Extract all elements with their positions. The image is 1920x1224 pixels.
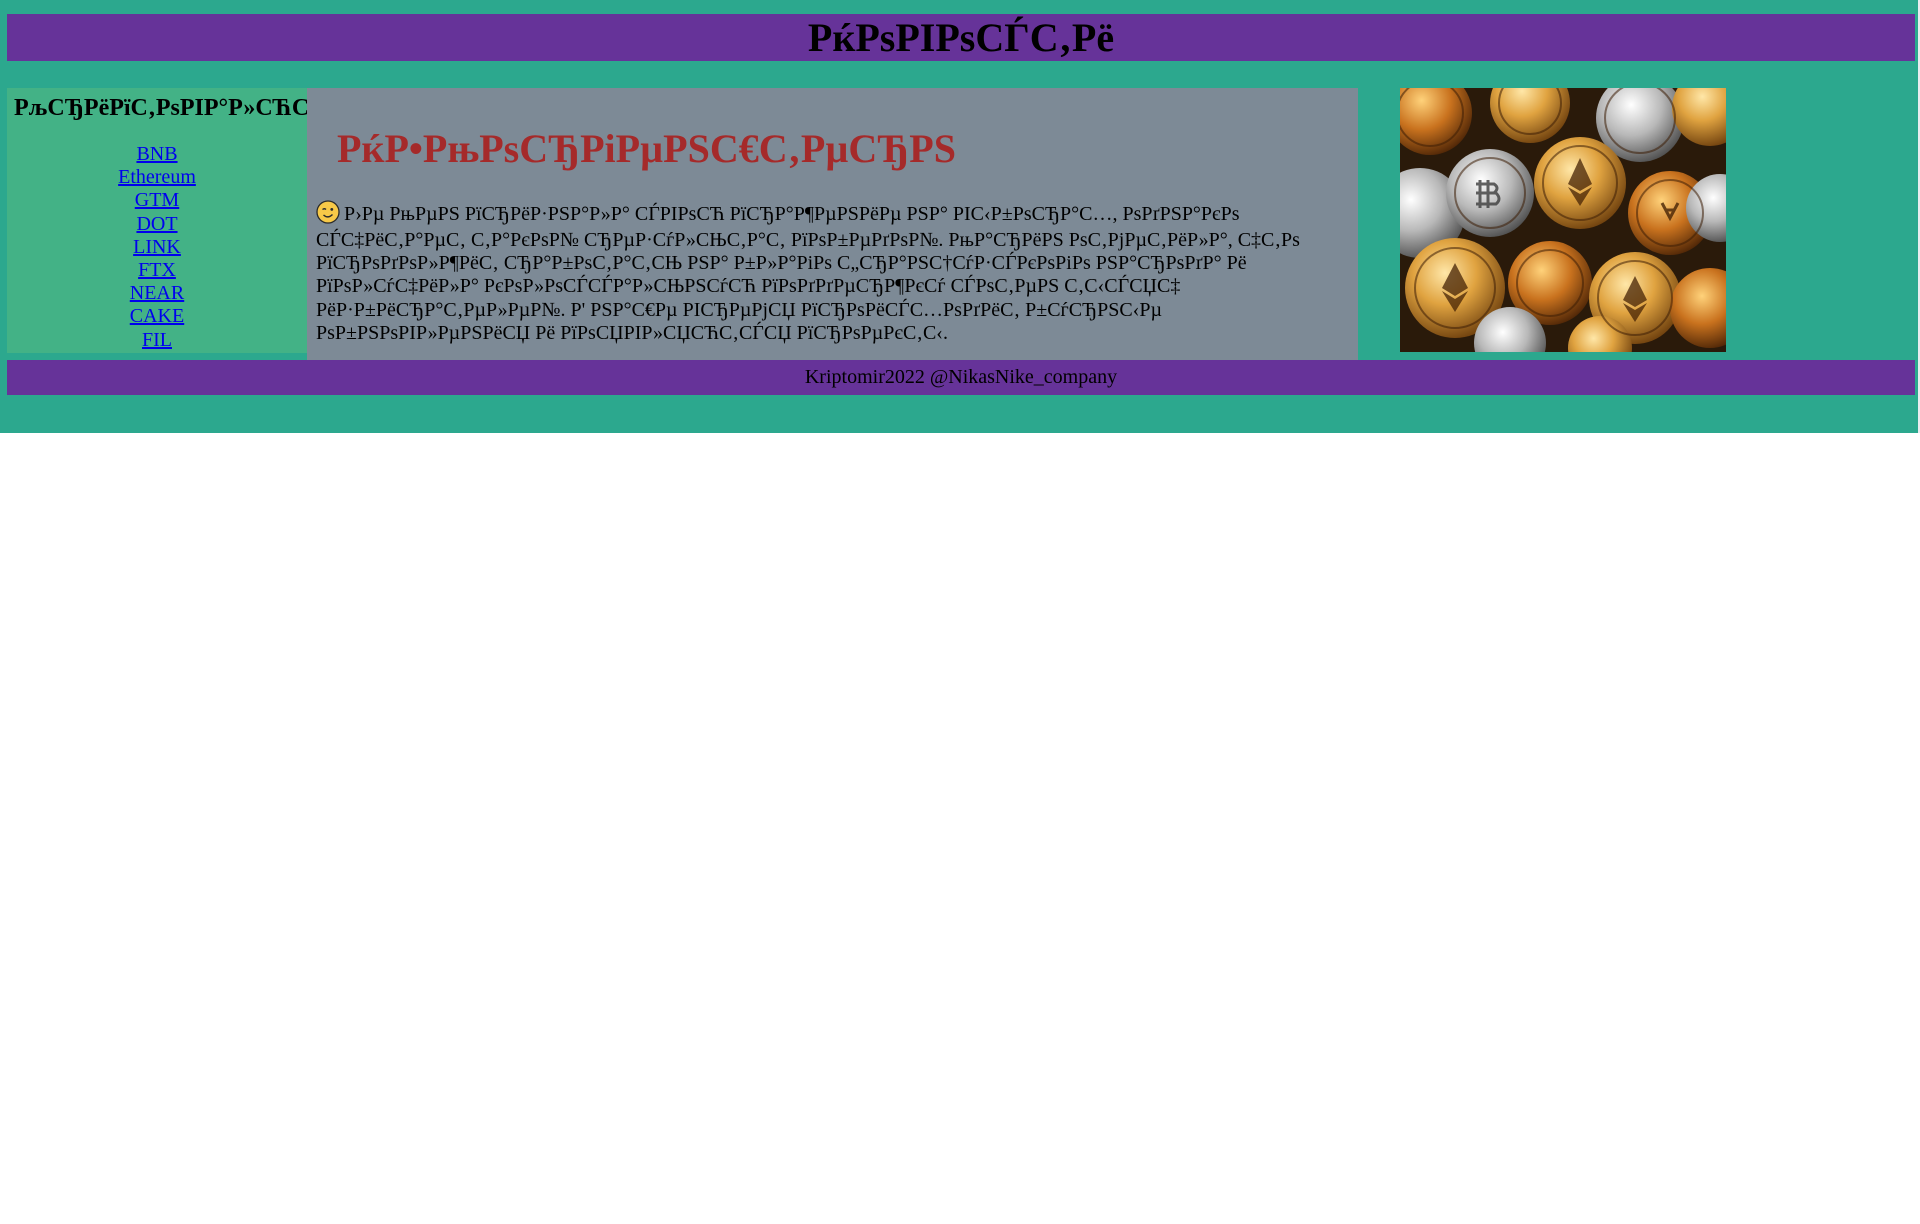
sidebar-link-link[interactable]: LINK <box>133 236 181 258</box>
sidebar-link-cake[interactable]: CAKE <box>130 305 184 327</box>
sidebar-item: GTM <box>7 189 307 212</box>
wink-emoji-icon <box>316 200 340 229</box>
main-article: РќР•РњРѕСЂРіРµРЅС€С‚РµСЂРЅ Р›Рµ РњРµРЅ Р… <box>307 88 1358 360</box>
sidebar-link-near[interactable]: NEAR <box>130 282 184 304</box>
sidebar-item: Ethereum <box>7 166 307 189</box>
sidebar-item: FIL <box>7 329 307 352</box>
page: РќРѕРІРѕСЃС‚Рё РљСЂРёРїС‚РѕРІР°Р»СЋС‚С‹ … <box>0 0 1920 433</box>
sidebar-link-fil[interactable]: FIL <box>142 329 172 351</box>
footer-text: Kriptomir2022 @NikasNike_company <box>804 366 1118 388</box>
sidebar-link-ftx[interactable]: FTX <box>138 259 176 281</box>
sidebar-link-dot[interactable]: DOT <box>136 213 177 235</box>
sidebar-item: FTX <box>7 259 307 282</box>
sidebar-item: NEAR <box>7 282 307 305</box>
header-bar: РќРѕРІРѕСЃС‚Рё <box>7 14 1915 61</box>
crypto-coins-image <box>1400 88 1726 352</box>
sidebar-link-bnb[interactable]: BNB <box>136 143 177 165</box>
sidebar-link-ethereum[interactable]: Ethereum <box>118 166 196 188</box>
sidebar-item: DOT <box>7 213 307 236</box>
page-title: РќРѕРІРѕСЃС‚Рё <box>807 14 1115 60</box>
article-text: Р›Рµ РњРµРЅ РїСЂРёР·РЅР°Р»Р° СЃРІРѕСЋ Рї… <box>316 203 1300 344</box>
sidebar-link-gtm[interactable]: GTM <box>135 189 179 211</box>
article-body: Р›Рµ РњРµРЅ РїСЂРёР·РЅР°Р»Р° СЃРІРѕСЋ Рї… <box>316 200 1356 345</box>
sidebar-link-list: BNB Ethereum GTM DOT LINK FTX NEAR CAKE … <box>7 143 307 352</box>
sidebar-item: CAKE <box>7 305 307 328</box>
sidebar-item: LINK <box>7 236 307 259</box>
sidebar-item: BNB <box>7 143 307 166</box>
footer-bar: Kriptomir2022 @NikasNike_company <box>7 360 1915 395</box>
sidebar-title: РљСЂРёРїС‚РѕРІР°Р»СЋС‚С‹ <box>14 95 307 121</box>
article-heading: РќР•РњРѕСЂРіРµРЅС€С‚РµСЂРЅ <box>337 126 956 171</box>
sidebar: РљСЂРёРїС‚РѕРІР°Р»СЋС‚С‹ BNB Ethereum GT… <box>7 88 307 353</box>
